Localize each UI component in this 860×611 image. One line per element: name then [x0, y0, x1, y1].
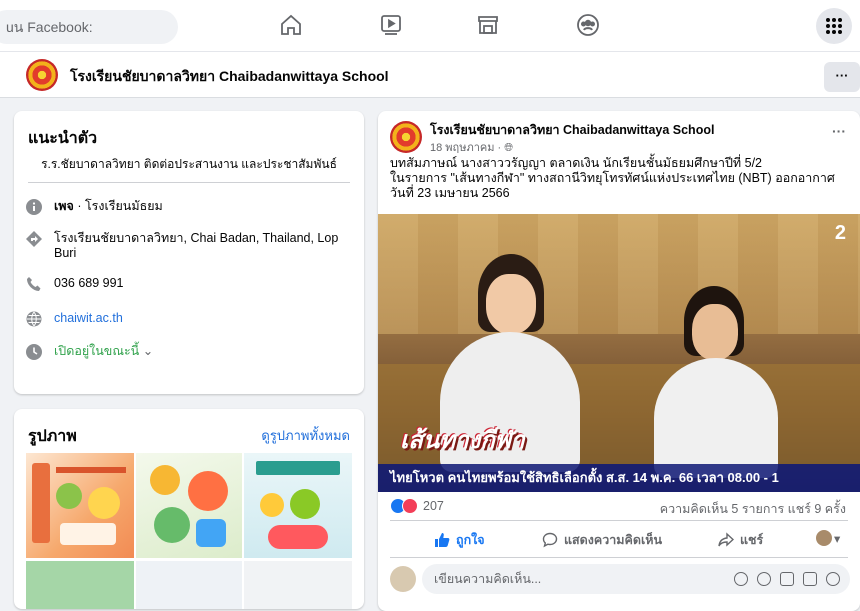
divider — [390, 557, 848, 558]
directions-icon — [26, 231, 42, 247]
avatar-sticker-icon[interactable] — [734, 572, 748, 586]
post-video[interactable]: 2 เส้นทางกีฬา ไทยโหวต คนไทยพร้อมใช้สิทธิ… — [378, 214, 860, 492]
website-link[interactable]: chaiwit.ac.th — [54, 311, 123, 326]
globe-icon — [26, 311, 42, 327]
groups-icon[interactable] — [575, 12, 601, 38]
watch-icon[interactable] — [378, 12, 404, 38]
camera-icon[interactable] — [780, 572, 794, 586]
address-row: โรงเรียนชัยบาดาลวิทยา, Chai Badan, Thail… — [26, 231, 346, 261]
reaction-summary[interactable]: 207 — [390, 498, 444, 514]
comment-input[interactable]: เขียนความคิดเห็น... — [422, 564, 850, 594]
photo-thumbnail[interactable] — [26, 561, 134, 609]
photo-graphic — [60, 523, 116, 545]
photo-graphic — [268, 525, 328, 549]
home-icon[interactable] — [278, 12, 304, 38]
video-person-body — [654, 358, 778, 478]
post-more-button[interactable]: ··· — [832, 123, 846, 139]
video-show-title: เส้นทางกีฬา — [400, 427, 525, 454]
info-icon — [26, 199, 42, 215]
post-text-line: ในรายการ "เส้นทางกีฬา" ทางสถานีวิทยุโทรท… — [390, 171, 835, 200]
page-type-label: เพจ — [54, 199, 74, 213]
school-logo[interactable] — [26, 59, 58, 91]
see-all-photos-link[interactable]: ดูรูปภาพทั้งหมด — [261, 425, 350, 446]
photo-graphic — [88, 487, 120, 519]
post-author-avatar[interactable] — [390, 121, 422, 153]
photo-graphic — [56, 467, 126, 473]
chevron-down-icon[interactable]: ⌄ — [143, 344, 153, 358]
video-person-face — [486, 274, 536, 334]
hours-status[interactable]: เปิดอยู่ในขณะนี้ ⌄ — [54, 344, 153, 359]
intro-heading: แนะนำตัว — [28, 130, 98, 147]
gif-icon[interactable] — [803, 572, 817, 586]
commenter-avatar[interactable] — [390, 566, 416, 592]
comment-icon — [542, 532, 558, 548]
reaction-count: 207 — [423, 499, 444, 513]
page-category-row: เพจ · โรงเรียนมัธยม — [26, 199, 163, 215]
intro-card: แนะนำตัว ร.ร.ชัยบาดาลวิทยา ติดต่อประสานง… — [14, 111, 364, 394]
photo-graphic — [32, 463, 50, 543]
photo-graphic — [256, 461, 340, 475]
post-card: โรงเรียนชัยบาดาลวิทยา Chaibadanwittaya S… — [378, 111, 860, 611]
page-header-bar: โรงเรียนชัยบาดาลวิทยา Chaibadanwittaya S… — [0, 52, 860, 98]
like-button[interactable]: ถูกใจ — [434, 530, 485, 550]
phone-icon — [27, 277, 41, 291]
globe-icon: 🌐︎ — [504, 142, 514, 154]
photo-graphic — [196, 519, 226, 547]
photo-thumbnail[interactable] — [244, 561, 352, 609]
channel-logo: 2 — [834, 222, 846, 244]
thumbs-up-icon — [435, 533, 450, 547]
photos-heading: รูปภาพ — [28, 428, 77, 445]
divider — [28, 182, 350, 183]
phone-number[interactable]: 036 689 991 — [54, 276, 124, 291]
phone-row: 036 689 991 — [26, 276, 124, 292]
page-category: · โรงเรียนมัธยม — [73, 199, 163, 213]
post-timestamp[interactable]: 18 พฤษภาคม · 🌐︎ — [430, 138, 513, 156]
top-navigation: uน Facebook: — [0, 0, 860, 52]
photo-thumbnail[interactable] — [26, 453, 134, 558]
photo-graphic — [154, 507, 190, 543]
menu-grid-icon[interactable] — [816, 8, 852, 44]
comment-button[interactable]: แสดงความคิดเห็น — [542, 530, 662, 550]
video-person-face — [692, 304, 738, 360]
share-icon — [718, 532, 734, 547]
photos-card: รูปภาพ ดูรูปภาพทั้งหมด — [14, 409, 364, 609]
video-background — [378, 214, 860, 334]
more-options-button[interactable]: ··· — [824, 62, 860, 92]
divider — [390, 520, 848, 521]
post-author-name[interactable]: โรงเรียนชัยบาดาลวิทยา Chaibadanwittaya S… — [430, 120, 714, 140]
intro-bio: ร.ร.ชัยบาดาลวิทยา ติดต่อประสานงาน และประ… — [41, 157, 337, 171]
share-button[interactable]: แชร์ — [718, 530, 763, 550]
video-news-ticker: ไทยโหวต คนไทยพร้อมใช้สิทธิเลือกตั้ง ส.ส.… — [378, 464, 860, 492]
photo-graphic — [150, 465, 180, 495]
photo-thumbnail[interactable] — [136, 561, 242, 609]
photo-graphic — [260, 493, 284, 517]
love-reaction-icon — [402, 498, 418, 514]
clock-icon — [26, 344, 42, 360]
emoji-icon[interactable] — [757, 572, 771, 586]
page-title[interactable]: โรงเรียนชัยบาดาลวิทยา Chaibadanwittaya S… — [70, 66, 389, 88]
sticker-icon[interactable] — [826, 572, 840, 586]
website-row: chaiwit.ac.th — [26, 311, 123, 327]
hours-row: เปิดอยู่ในขณะนี้ ⌄ — [26, 344, 153, 360]
post-text: บทสัมภาษณ์ นางสาววรัญญา ตลาดเงิน นักเรีย… — [390, 156, 850, 201]
post-text-line: บทสัมภาษณ์ นางสาววรัญญา ตลาดเงิน นักเรีย… — [390, 156, 762, 170]
search-input[interactable]: uน Facebook: — [0, 10, 178, 44]
address-text[interactable]: โรงเรียนชัยบาดาลวิทยา, Chai Badan, Thail… — [54, 231, 346, 261]
marketplace-icon[interactable] — [475, 12, 501, 38]
photo-thumbnail[interactable] — [244, 453, 352, 558]
profile-avatar-icon — [816, 530, 832, 546]
photo-graphic — [56, 483, 82, 509]
comment-share-stats[interactable]: ความคิดเห็น 5 รายการ แชร์ 9 ครั้ง — [660, 499, 846, 519]
photo-graphic — [188, 471, 228, 511]
caret-down-icon: ▾ — [834, 531, 841, 546]
photo-graphic — [290, 489, 320, 519]
audience-selector[interactable]: ▾ — [816, 530, 840, 546]
photo-thumbnail[interactable] — [136, 453, 242, 558]
